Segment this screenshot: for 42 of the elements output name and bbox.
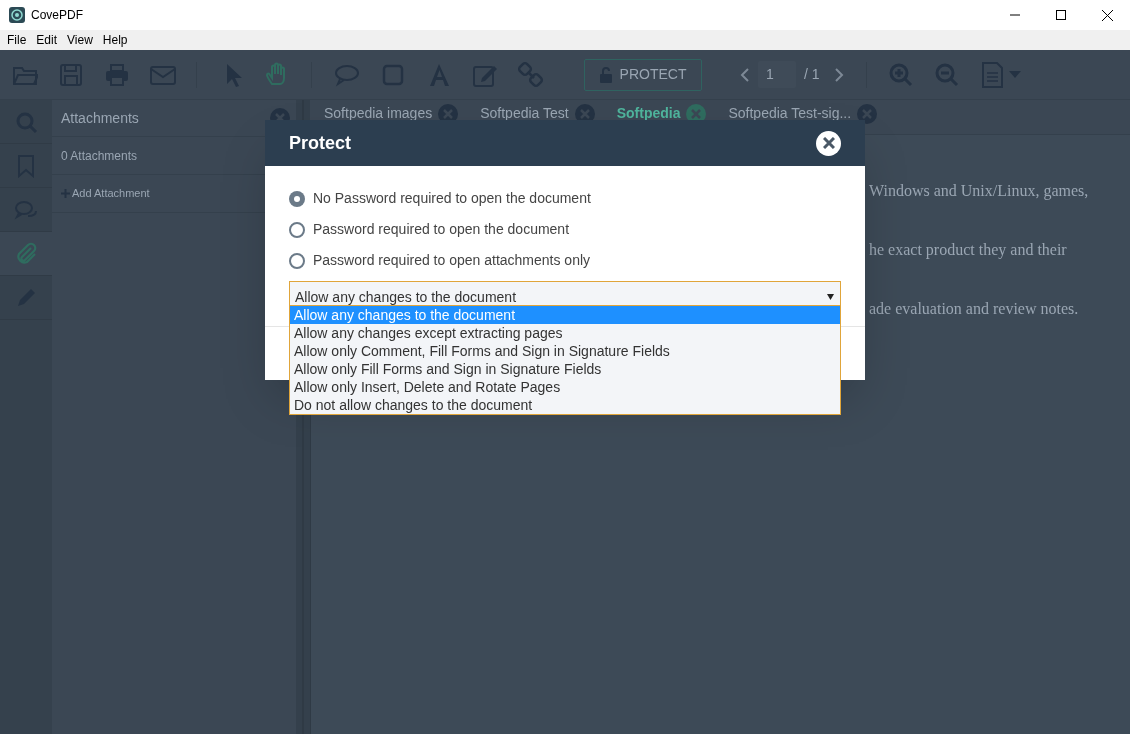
add-attachment-link[interactable]: Add Attachment [61, 185, 150, 202]
radio-option[interactable]: No Password required to open the document [289, 188, 865, 209]
dropdown-option[interactable]: Allow only Fill Forms and Sign in Signature Fields [290, 360, 840, 378]
close-icon [1101, 9, 1113, 21]
radio-button[interactable] [289, 221, 305, 238]
paperclip-icon [14, 241, 38, 266]
zoom-in-icon[interactable] [888, 62, 913, 87]
close-dialog-button[interactable] [816, 130, 841, 156]
dropdown-option[interactable]: Allow only Comment, Fill Forms and Sign in Signature Fields [290, 342, 840, 360]
page-number-field[interactable]: 1 [758, 61, 796, 88]
close-icon [822, 137, 835, 149]
document-text: ade evaluation and review notes. [869, 299, 1080, 319]
radio-option[interactable]: Password required to open the document [289, 219, 865, 240]
maximize-icon [1056, 10, 1066, 20]
document-text: he exact product they and their [869, 240, 1068, 261]
protect-button[interactable]: PROTECT [584, 58, 702, 91]
close-tab-icon[interactable] [857, 103, 878, 124]
radio-button[interactable] [289, 252, 305, 269]
document-view-icon[interactable] [980, 61, 1023, 88]
window-title: CovePDF [31, 7, 83, 24]
app-logo-icon [9, 7, 25, 23]
menu-item[interactable]: File [2, 31, 32, 49]
radio-button[interactable] [289, 190, 305, 207]
link-icon[interactable] [518, 61, 544, 88]
radio-option[interactable]: Password required to open attachments only [289, 250, 865, 271]
dropdown-option[interactable]: Allow only Insert, Delete and Rotate Pages [290, 378, 840, 396]
page-total: / 1 [804, 65, 820, 84]
previous-page-icon[interactable] [740, 66, 750, 83]
zoom-out-icon[interactable] [934, 62, 959, 87]
menu-item[interactable]: Edit [31, 31, 63, 49]
dialog-title: Protect [289, 131, 351, 155]
attachment-count: 0 Attachments [61, 147, 138, 165]
document-text: Windows and Unix/Linux, games, [869, 181, 1090, 202]
next-page-icon[interactable] [833, 66, 844, 83]
menu-item[interactable]: Help [97, 31, 133, 49]
dropdown-option[interactable]: Do not allow changes to the document [290, 396, 840, 414]
dropdown-option[interactable]: Allow any changes except extracting pages [290, 324, 840, 342]
panel-title: Attachments [61, 108, 139, 128]
document-tab[interactable]: Softpedia Test-sig... [728, 103, 878, 124]
dropdown-arrow-icon [827, 294, 834, 300]
menu-item[interactable]: View [62, 31, 98, 49]
sidebar-item[interactable] [0, 232, 52, 276]
